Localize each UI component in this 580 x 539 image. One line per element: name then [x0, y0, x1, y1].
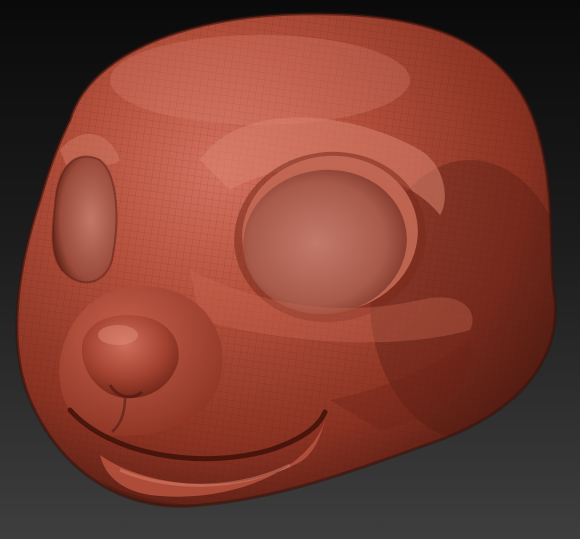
clay-head-render — [15, 12, 557, 508]
eye-socket-left — [51, 155, 118, 284]
sculpt-viewport[interactable] — [0, 0, 580, 539]
